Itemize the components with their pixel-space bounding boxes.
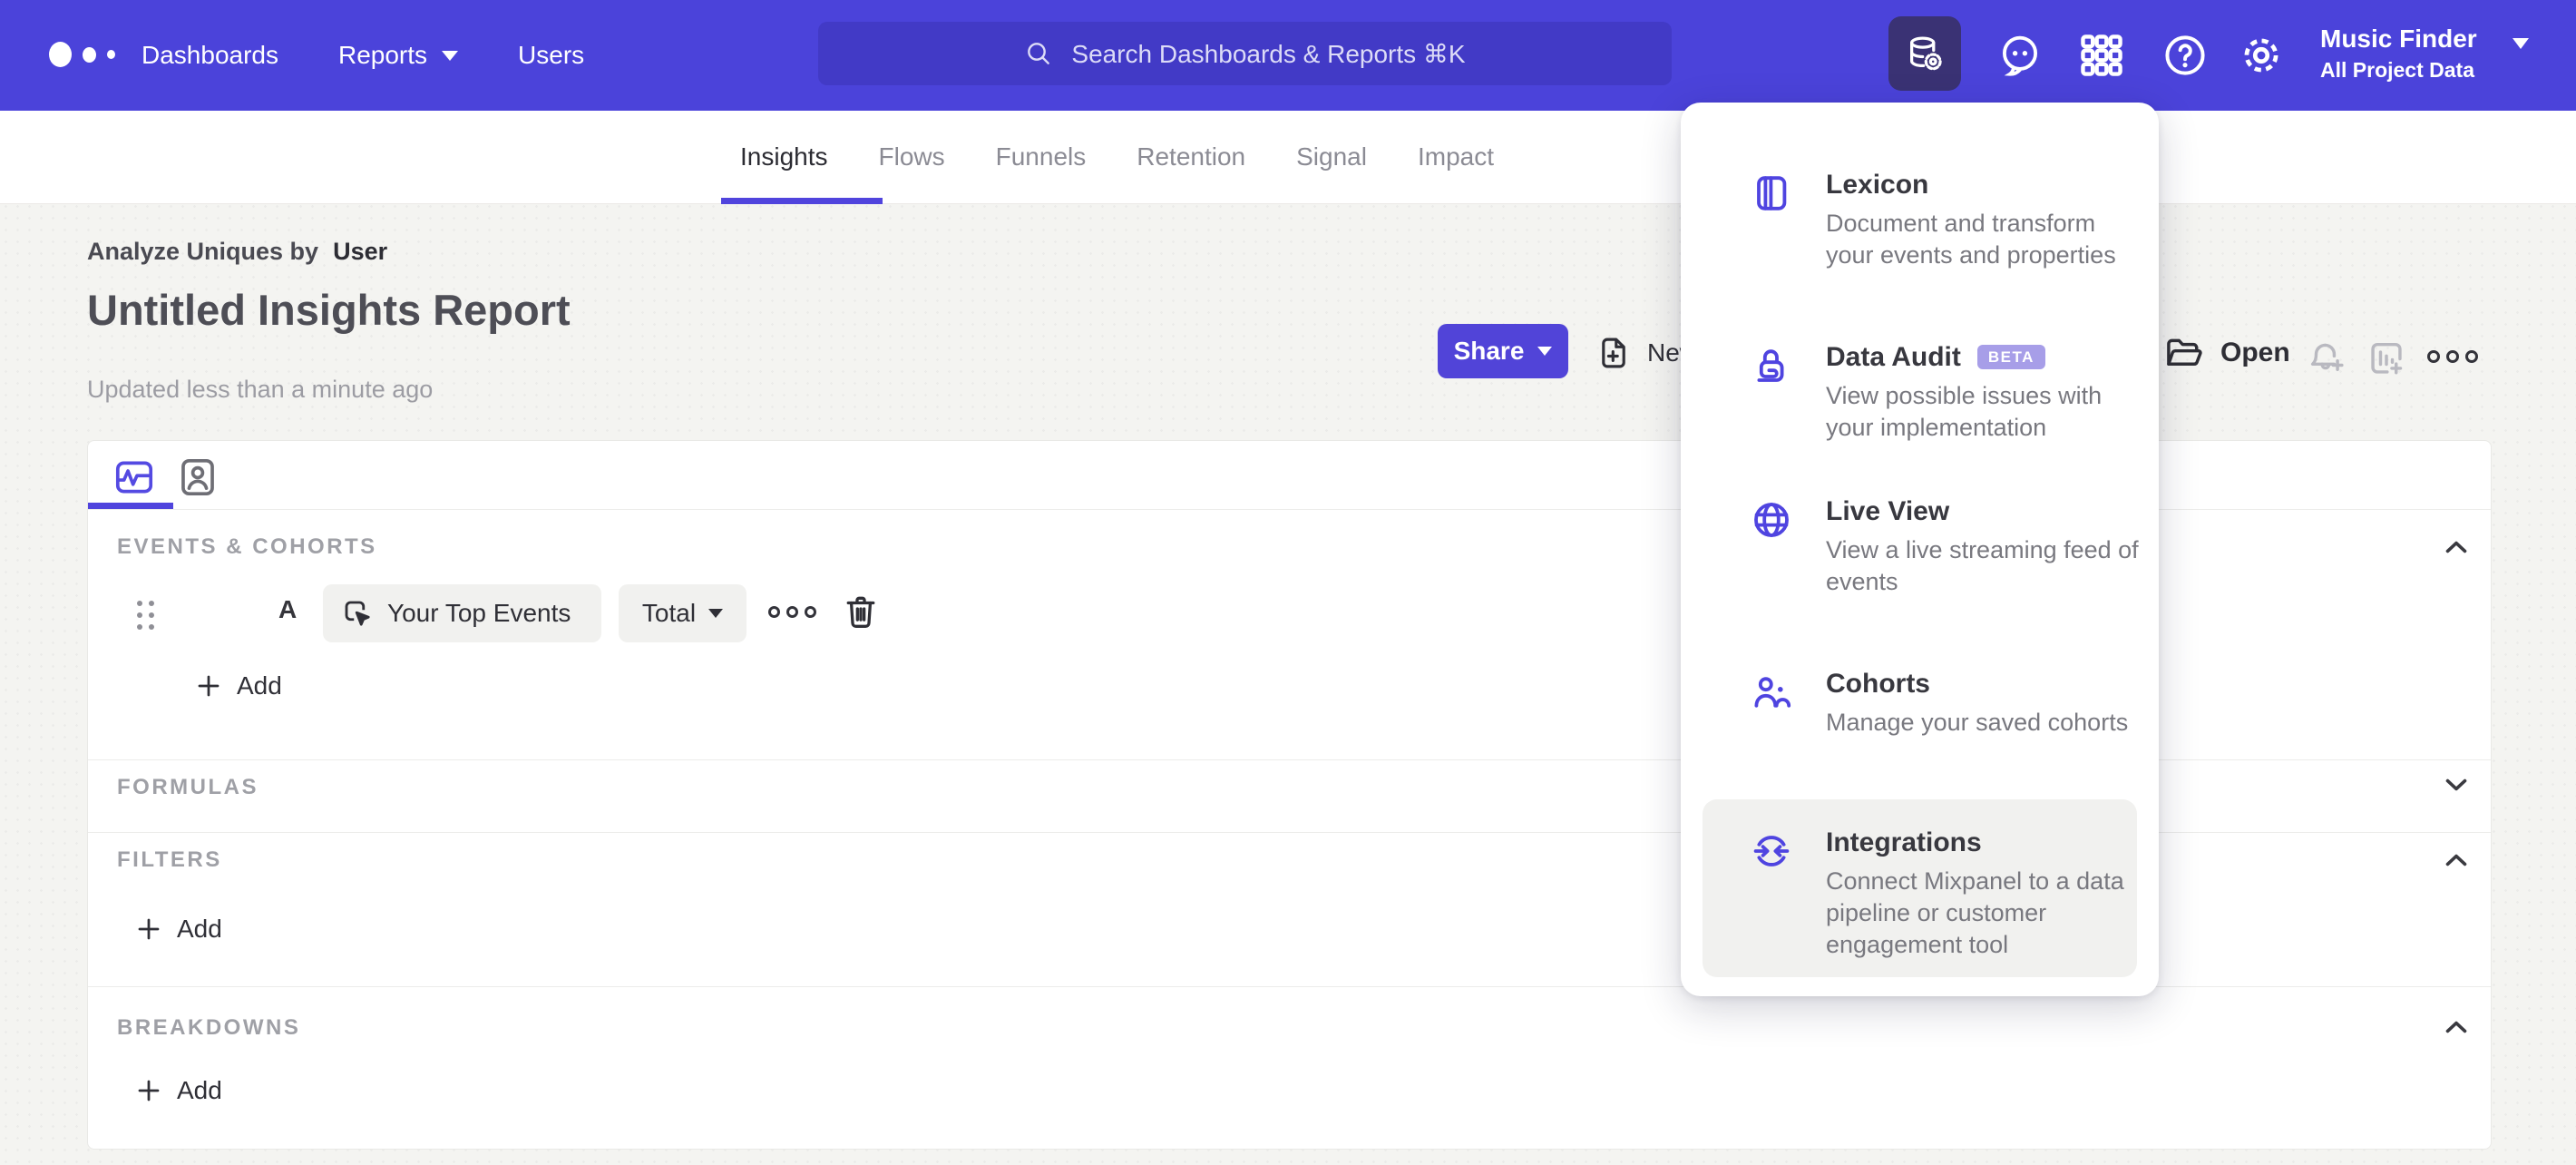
nav-dashboards[interactable]: Dashboards xyxy=(141,41,278,70)
analyze-entity-selector[interactable]: User xyxy=(333,238,387,266)
add-filter-button[interactable]: Add xyxy=(135,915,222,944)
tab-retention[interactable]: Retention xyxy=(1111,142,1271,171)
report-type-tabbar: Insights Flows Funnels Retention Signal … xyxy=(0,111,2576,204)
profile-card-icon xyxy=(181,458,214,496)
chevron-down-icon xyxy=(442,50,459,61)
plus-icon xyxy=(138,918,160,940)
aggregation-dropdown[interactable]: Total xyxy=(619,584,746,642)
breadcrumb: Analyze Uniques by User xyxy=(87,238,387,266)
gear-icon xyxy=(2244,38,2278,73)
file-plus-icon xyxy=(1602,338,1625,368)
create-alert-button[interactable] xyxy=(2306,338,2347,379)
plus-icon xyxy=(138,1080,160,1101)
share-button[interactable]: Share xyxy=(1438,324,1568,378)
plus-icon xyxy=(198,675,220,697)
live-view-globe-icon xyxy=(1750,493,1793,598)
integrations-sync-icon xyxy=(1750,824,1793,961)
folder-open-icon xyxy=(2167,338,2202,366)
events-collapse-button[interactable] xyxy=(2439,530,2474,564)
page-title[interactable]: Untitled Insights Report xyxy=(87,285,571,335)
nav-users[interactable]: Users xyxy=(518,41,584,70)
profiles-view-tab[interactable] xyxy=(174,454,221,501)
add-breakdown-button[interactable]: Add xyxy=(135,1076,222,1105)
breakdowns-section-label: BREAKDOWNS xyxy=(117,1015,301,1040)
global-search-input[interactable]: Search Dashboards & Reports ⌘K xyxy=(818,22,1672,85)
search-placeholder: Search Dashboards & Reports ⌘K xyxy=(1071,39,1466,68)
active-tab-underline xyxy=(721,198,883,204)
chart-plus-icon xyxy=(2371,342,2403,375)
open-report-button[interactable]: Open xyxy=(2162,332,2290,374)
data-audit-lock-icon xyxy=(1750,338,1793,444)
menu-item-lexicon[interactable]: Lexicon Document and transform your even… xyxy=(1681,166,2159,271)
formulas-section-label: FORMULAS xyxy=(117,775,259,799)
chevron-down-icon xyxy=(1537,347,1553,356)
more-options-button[interactable] xyxy=(2427,350,2478,363)
apps-grid-button[interactable] xyxy=(2075,0,2128,111)
project-selector[interactable]: Music Finder All Project Data xyxy=(2320,22,2477,83)
project-scope: All Project Data xyxy=(2320,58,2474,82)
project-name: Music Finder xyxy=(2320,24,2477,53)
data-management-button[interactable] xyxy=(1888,16,1961,91)
beta-badge: BETA xyxy=(1976,344,2045,369)
help-button[interactable] xyxy=(2159,0,2211,111)
metrics-view-tab[interactable] xyxy=(111,454,158,501)
chevron-up-icon xyxy=(2445,1021,2467,1033)
database-gear-icon xyxy=(1909,36,1942,71)
users-icon xyxy=(1754,677,1791,708)
events-section-label: EVENTS & COHORTS xyxy=(117,534,377,559)
tab-funnels[interactable]: Funnels xyxy=(971,142,1112,171)
menu-item-integrations[interactable]: Integrations Connect Mixpanel to a data … xyxy=(1681,824,2159,961)
active-view-underline xyxy=(88,503,173,509)
bell-plus-icon xyxy=(2310,343,2344,371)
pulse-chart-icon xyxy=(115,461,153,494)
breakdowns-collapse-button[interactable] xyxy=(2439,1010,2474,1044)
grid-icon xyxy=(2081,34,2122,76)
lexicon-book-icon xyxy=(1750,166,1793,271)
chevron-up-icon xyxy=(2445,854,2467,866)
event-selector-chip[interactable]: Your Top Events xyxy=(323,584,601,642)
cursor-click-icon xyxy=(345,601,370,626)
chevron-up-icon xyxy=(2445,541,2467,553)
sync-arrows-icon xyxy=(1753,836,1790,866)
trash-icon xyxy=(846,596,875,628)
filters-collapse-button[interactable] xyxy=(2439,843,2474,877)
help-icon xyxy=(2165,35,2205,75)
support-chat-button[interactable] xyxy=(1994,0,2046,111)
primary-nav: Dashboards Reports Users xyxy=(141,0,584,111)
event-row-delete-button[interactable] xyxy=(841,592,881,631)
add-to-dashboard-button[interactable] xyxy=(2366,338,2407,379)
chevron-down-icon xyxy=(2513,38,2529,64)
nav-reports[interactable]: Reports xyxy=(338,41,459,70)
lock-icon xyxy=(1757,349,1784,382)
menu-item-cohorts[interactable]: Cohorts Manage your saved cohorts xyxy=(1681,665,2159,739)
settings-button[interactable] xyxy=(2235,0,2288,111)
add-event-button[interactable]: Add xyxy=(195,671,282,700)
tab-impact[interactable]: Impact xyxy=(1392,142,1519,171)
row-drag-handle[interactable] xyxy=(137,601,154,630)
formulas-expand-button[interactable] xyxy=(2439,768,2474,802)
tab-flows[interactable]: Flows xyxy=(854,142,971,171)
updated-timestamp: Updated less than a minute ago xyxy=(87,376,434,403)
book-icon xyxy=(1757,176,1787,210)
data-management-menu: Lexicon Document and transform your even… xyxy=(1681,103,2159,996)
filters-section-label: FILTERS xyxy=(117,847,222,872)
project-caret[interactable] xyxy=(2513,38,2529,65)
event-row-more-button[interactable] xyxy=(768,606,816,618)
tab-signal[interactable]: Signal xyxy=(1271,142,1392,171)
menu-item-live-view[interactable]: Live View View a live streaming feed of … xyxy=(1681,493,2159,598)
tab-insights[interactable]: Insights xyxy=(715,142,854,171)
cohorts-users-icon xyxy=(1750,665,1793,739)
chat-bubble-icon xyxy=(2002,35,2038,76)
analyze-label: Analyze Uniques by xyxy=(87,238,319,265)
event-row-letter: A xyxy=(278,595,298,623)
globe-icon xyxy=(1754,503,1789,537)
chevron-down-icon xyxy=(2445,778,2467,791)
menu-item-data-audit[interactable]: Data Audit BETA View possible issues wit… xyxy=(1681,338,2159,444)
top-navigation-bar: Dashboards Reports Users Search Dashboar… xyxy=(0,0,2576,111)
search-icon xyxy=(1028,43,1050,64)
mixpanel-logo-icon[interactable] xyxy=(49,42,115,67)
chevron-down-icon xyxy=(708,609,724,618)
